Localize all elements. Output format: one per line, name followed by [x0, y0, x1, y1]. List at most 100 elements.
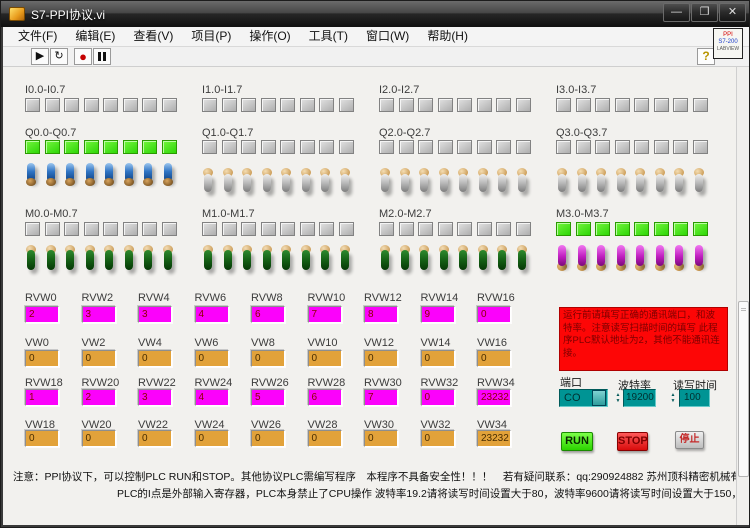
toggle-switch[interactable] — [673, 160, 685, 198]
memory-led-toggle[interactable] — [261, 244, 273, 278]
write-register-field[interactable]: 0 — [195, 350, 229, 367]
toggle-switch[interactable] — [45, 160, 57, 198]
memory-led-toggle[interactable] — [654, 244, 666, 278]
toggle-switch[interactable] — [222, 160, 234, 198]
write-register-field[interactable]: 0 — [251, 350, 285, 367]
toggle-switch[interactable] — [162, 160, 174, 198]
toggle-switch[interactable] — [142, 160, 154, 198]
write-register-field[interactable]: 0 — [251, 430, 285, 447]
baud-spinner[interactable]: ▲ ▼ — [614, 389, 622, 407]
write-register-field[interactable]: 0 — [308, 350, 342, 367]
memory-led-toggle[interactable] — [25, 244, 37, 278]
memory-led-toggle[interactable] — [241, 244, 253, 278]
toggle-switch[interactable] — [280, 160, 292, 198]
pause-button[interactable] — [93, 48, 111, 65]
menu-item-0[interactable]: 文件(F) — [9, 27, 66, 46]
toggle-switch[interactable] — [576, 160, 588, 198]
memory-led-toggle[interactable] — [673, 244, 685, 278]
memory-led-toggle[interactable] — [300, 244, 312, 278]
memory-led-toggle[interactable] — [399, 244, 411, 278]
memory-led-toggle[interactable] — [418, 244, 430, 278]
toggle-switch[interactable] — [64, 160, 76, 198]
toggle-switch[interactable] — [25, 160, 37, 198]
toggle-switch[interactable] — [457, 160, 469, 198]
toggle-switch[interactable] — [241, 160, 253, 198]
memory-led-toggle[interactable] — [576, 244, 588, 278]
write-register-field[interactable]: 0 — [82, 350, 116, 367]
menu-item-1[interactable]: 编辑(E) — [66, 27, 124, 46]
run-button[interactable]: ▶ — [31, 48, 49, 65]
menu-item-2[interactable]: 查看(V) — [124, 27, 182, 46]
memory-led-toggle[interactable] — [477, 244, 489, 278]
menu-item-3[interactable]: 项目(P) — [182, 27, 240, 46]
memory-led-toggle[interactable] — [142, 244, 154, 278]
write-register-field[interactable]: 0 — [364, 350, 398, 367]
memory-led-toggle[interactable] — [457, 244, 469, 278]
toggle-switch[interactable] — [496, 160, 508, 198]
toggle-switch[interactable] — [123, 160, 135, 198]
memory-led-toggle[interactable] — [123, 244, 135, 278]
write-register-field[interactable]: 0 — [25, 350, 59, 367]
write-register-field[interactable]: 0 — [421, 350, 455, 367]
menu-item-5[interactable]: 工具(T) — [300, 27, 357, 46]
memory-led-toggle[interactable] — [615, 244, 627, 278]
write-register-field[interactable]: 0 — [364, 430, 398, 447]
write-register-field[interactable]: 0 — [25, 430, 59, 447]
maximize-button[interactable]: ❐ — [691, 3, 718, 22]
abort-button[interactable]: ● — [74, 48, 92, 65]
memory-led-toggle[interactable] — [222, 244, 234, 278]
toggle-switch[interactable] — [261, 160, 273, 198]
plc-run-button[interactable]: RUN — [561, 432, 593, 451]
toggle-switch[interactable] — [595, 160, 607, 198]
toggle-switch[interactable] — [654, 160, 666, 198]
memory-led-toggle[interactable] — [496, 244, 508, 278]
toggle-switch[interactable] — [477, 160, 489, 198]
minimize-button[interactable]: — — [663, 3, 690, 22]
toggle-switch[interactable] — [516, 160, 528, 198]
toggle-switch[interactable] — [103, 160, 115, 198]
write-register-field[interactable]: 0 — [138, 430, 172, 447]
baud-field[interactable]: 19200 — [623, 389, 656, 407]
toggle-switch[interactable] — [418, 160, 430, 198]
toggle-switch[interactable] — [693, 160, 705, 198]
toggle-switch[interactable] — [84, 160, 96, 198]
toggle-switch[interactable] — [319, 160, 331, 198]
memory-led-toggle[interactable] — [202, 244, 214, 278]
toggle-switch[interactable] — [399, 160, 411, 198]
memory-led-toggle[interactable] — [64, 244, 76, 278]
memory-led-toggle[interactable] — [103, 244, 115, 278]
write-register-field[interactable]: 0 — [308, 430, 342, 447]
plc-stop-button[interactable]: STOP — [617, 432, 648, 451]
write-register-field[interactable]: 0 — [421, 430, 455, 447]
run-continuous-button[interactable]: ↻ — [50, 48, 68, 65]
memory-led-toggle[interactable] — [556, 244, 568, 278]
memory-led-toggle[interactable] — [595, 244, 607, 278]
write-register-field[interactable]: 0 — [138, 350, 172, 367]
memory-led-toggle[interactable] — [339, 244, 351, 278]
write-register-field[interactable]: 23232 — [477, 430, 511, 447]
menu-item-4[interactable]: 操作(O) — [240, 27, 299, 46]
toggle-switch[interactable] — [438, 160, 450, 198]
memory-led-toggle[interactable] — [634, 244, 646, 278]
vi-icon-badge[interactable]: PPI S7-200 LABVIEW — [713, 28, 743, 59]
toggle-switch[interactable] — [379, 160, 391, 198]
toggle-switch[interactable] — [300, 160, 312, 198]
memory-led-toggle[interactable] — [379, 244, 391, 278]
scrollbar-thumb[interactable] — [738, 301, 749, 477]
halt-button[interactable]: 停止 — [675, 431, 704, 449]
memory-led-toggle[interactable] — [162, 244, 174, 278]
memory-led-toggle[interactable] — [280, 244, 292, 278]
write-register-field[interactable]: 0 — [195, 430, 229, 447]
memory-led-toggle[interactable] — [319, 244, 331, 278]
close-button[interactable]: ✕ — [719, 3, 746, 22]
memory-led-toggle[interactable] — [45, 244, 57, 278]
memory-led-toggle[interactable] — [438, 244, 450, 278]
toggle-switch[interactable] — [202, 160, 214, 198]
rw-time-field[interactable]: 100 — [679, 389, 710, 407]
vertical-scrollbar[interactable] — [736, 67, 749, 525]
memory-led-toggle[interactable] — [693, 244, 705, 278]
toggle-switch[interactable] — [556, 160, 568, 198]
write-register-field[interactable]: 0 — [82, 430, 116, 447]
memory-led-toggle[interactable] — [516, 244, 528, 278]
menu-item-6[interactable]: 窗口(W) — [357, 27, 418, 46]
